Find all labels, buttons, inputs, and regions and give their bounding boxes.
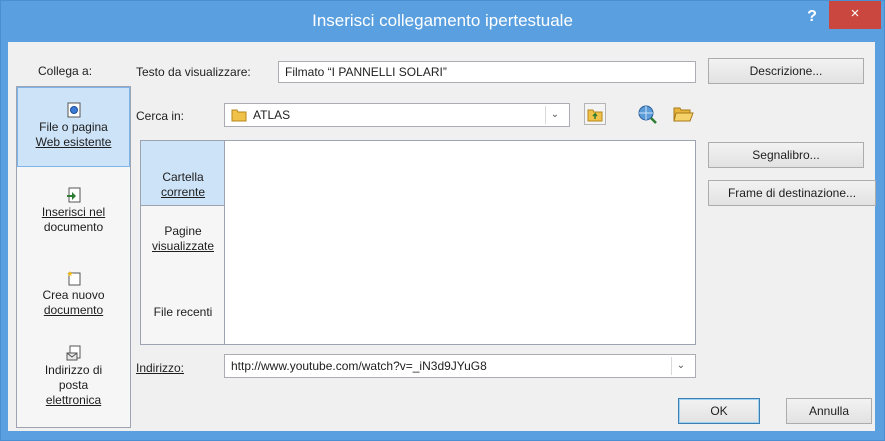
look-in-label: Cerca in: (136, 109, 185, 123)
tab-label: File recenti (153, 305, 213, 319)
sidebar-item-label: elettronica (45, 393, 102, 407)
sidebar-item-label: Inserisci nel (41, 205, 106, 219)
link-to-sidebar: File o pagina Web esistente Inserisci ne… (16, 86, 131, 428)
sidebar-item-email-address[interactable]: Indirizzo di posta elettronica (17, 345, 130, 408)
sidebar-item-label: File o pagina (39, 120, 108, 134)
bookmark-button[interactable]: Segnalibro... (708, 142, 864, 168)
sidebar-item-label: Web esistente (35, 135, 112, 149)
chevron-down-icon[interactable]: ⌄ (545, 106, 564, 124)
display-text-label: Testo da visualizzare: (136, 65, 251, 79)
sidebar-item-label: documento (43, 220, 104, 234)
tab-label: Cartella (162, 170, 204, 184)
tab-recent-files[interactable]: File recenti (141, 305, 225, 320)
sidebar-item-label: Indirizzo di (44, 363, 103, 377)
open-folder-icon (673, 107, 694, 122)
tab-current-folder[interactable]: Cartella corrente (141, 141, 225, 206)
folder-icon (231, 109, 247, 122)
email-icon (66, 345, 80, 361)
address-input[interactable]: http://www.youtube.com/watch?v=_iN3d9JYu… (224, 354, 696, 378)
browse-file-button[interactable] (672, 103, 694, 125)
sidebar-item-existing-file[interactable]: File o pagina Web esistente (17, 87, 130, 167)
sidebar-item-label: documento (43, 303, 104, 317)
help-button[interactable]: ? (799, 5, 825, 31)
dialog-title: Inserisci collegamento ipertestuale (312, 11, 573, 30)
tab-browsed-pages[interactable]: Pagine visualizzate (141, 224, 225, 254)
look-in-select[interactable]: ATLAS ⌄ (224, 103, 570, 127)
sidebar-item-label: posta (58, 378, 89, 392)
address-value: http://www.youtube.com/watch?v=_iN3d9JYu… (231, 359, 487, 373)
sidebar-item-place-in-document[interactable]: Inserisci nel documento (17, 187, 130, 235)
description-button[interactable]: Descrizione... (708, 58, 864, 84)
web-page-icon (67, 102, 80, 118)
display-text-input[interactable]: Filmato “I PANNELLI SOLARI” (278, 61, 696, 83)
tab-label: visualizzate (151, 239, 215, 253)
tab-label: corrente (160, 185, 206, 199)
close-button[interactable]: × (829, 1, 881, 29)
file-list[interactable] (224, 140, 696, 345)
cancel-button[interactable]: Annulla (786, 398, 872, 424)
new-document-icon (66, 271, 80, 286)
chevron-down-icon[interactable]: ⌄ (671, 357, 690, 375)
address-label: Indirizzo: (136, 361, 185, 375)
look-in-value: ATLAS (253, 108, 291, 122)
globe-search-icon (638, 105, 657, 124)
sidebar-item-label: Crea nuovo (42, 288, 105, 302)
up-folder-icon (584, 103, 606, 125)
ok-button[interactable]: OK (678, 398, 760, 424)
title-bar[interactable]: Inserisci collegamento ipertestuale ? × (1, 1, 884, 43)
link-to-label: Collega a: (38, 64, 93, 78)
target-frame-button[interactable]: Frame di destinazione... (708, 180, 876, 206)
browse-tabs: Cartella corrente Pagine visualizzate Fi… (140, 140, 226, 345)
up-folder-button[interactable] (584, 103, 606, 125)
document-place-icon (66, 187, 80, 203)
sidebar-item-new-document[interactable]: Crea nuovo documento (17, 270, 130, 318)
tab-label: Pagine (164, 224, 202, 238)
browse-web-button[interactable] (636, 103, 658, 125)
